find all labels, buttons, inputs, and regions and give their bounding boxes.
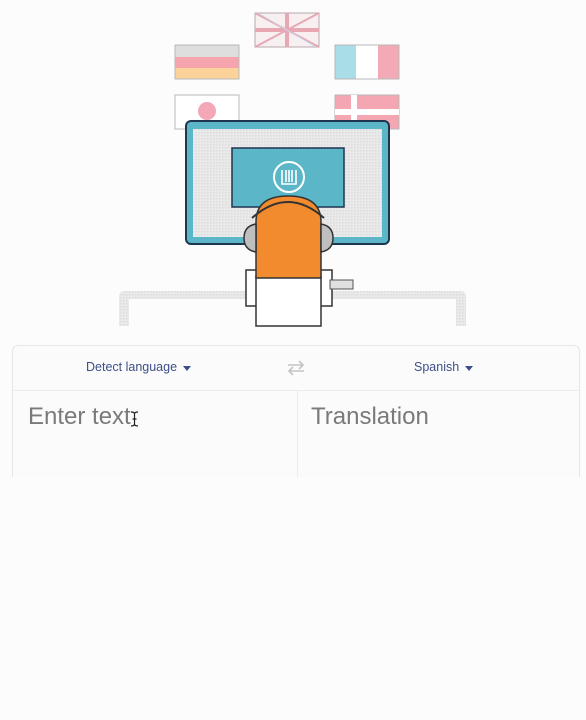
page: Detect language Spanish Enter text Trans… bbox=[0, 0, 586, 720]
flag-germany-icon bbox=[174, 44, 240, 80]
chevron-down-icon bbox=[183, 365, 192, 371]
translation-panes: Enter text Translation bbox=[13, 391, 579, 486]
hero-illustration bbox=[0, 0, 586, 330]
chevron-down-icon bbox=[465, 365, 474, 371]
target-language-label: Spanish bbox=[414, 360, 460, 374]
flag-france-icon bbox=[334, 44, 400, 80]
empty-area bbox=[0, 477, 586, 720]
language-bar: Detect language Spanish bbox=[13, 346, 579, 391]
swap-languages-button[interactable] bbox=[285, 359, 307, 377]
text-cursor-icon bbox=[130, 411, 139, 427]
translation-placeholder: Translation bbox=[311, 403, 429, 430]
target-language-select[interactable]: Spanish bbox=[414, 360, 474, 374]
source-language-label: Detect language bbox=[86, 360, 178, 374]
swap-arrows-icon bbox=[287, 360, 305, 376]
source-text-placeholder: Enter text bbox=[28, 403, 131, 430]
flag-uk-icon bbox=[254, 12, 320, 48]
translator-widget: Detect language Spanish Enter text Trans… bbox=[12, 345, 580, 486]
source-language-select[interactable]: Detect language bbox=[86, 360, 192, 374]
translation-output: Translation bbox=[297, 391, 579, 486]
source-text-input[interactable]: Enter text bbox=[13, 391, 297, 486]
